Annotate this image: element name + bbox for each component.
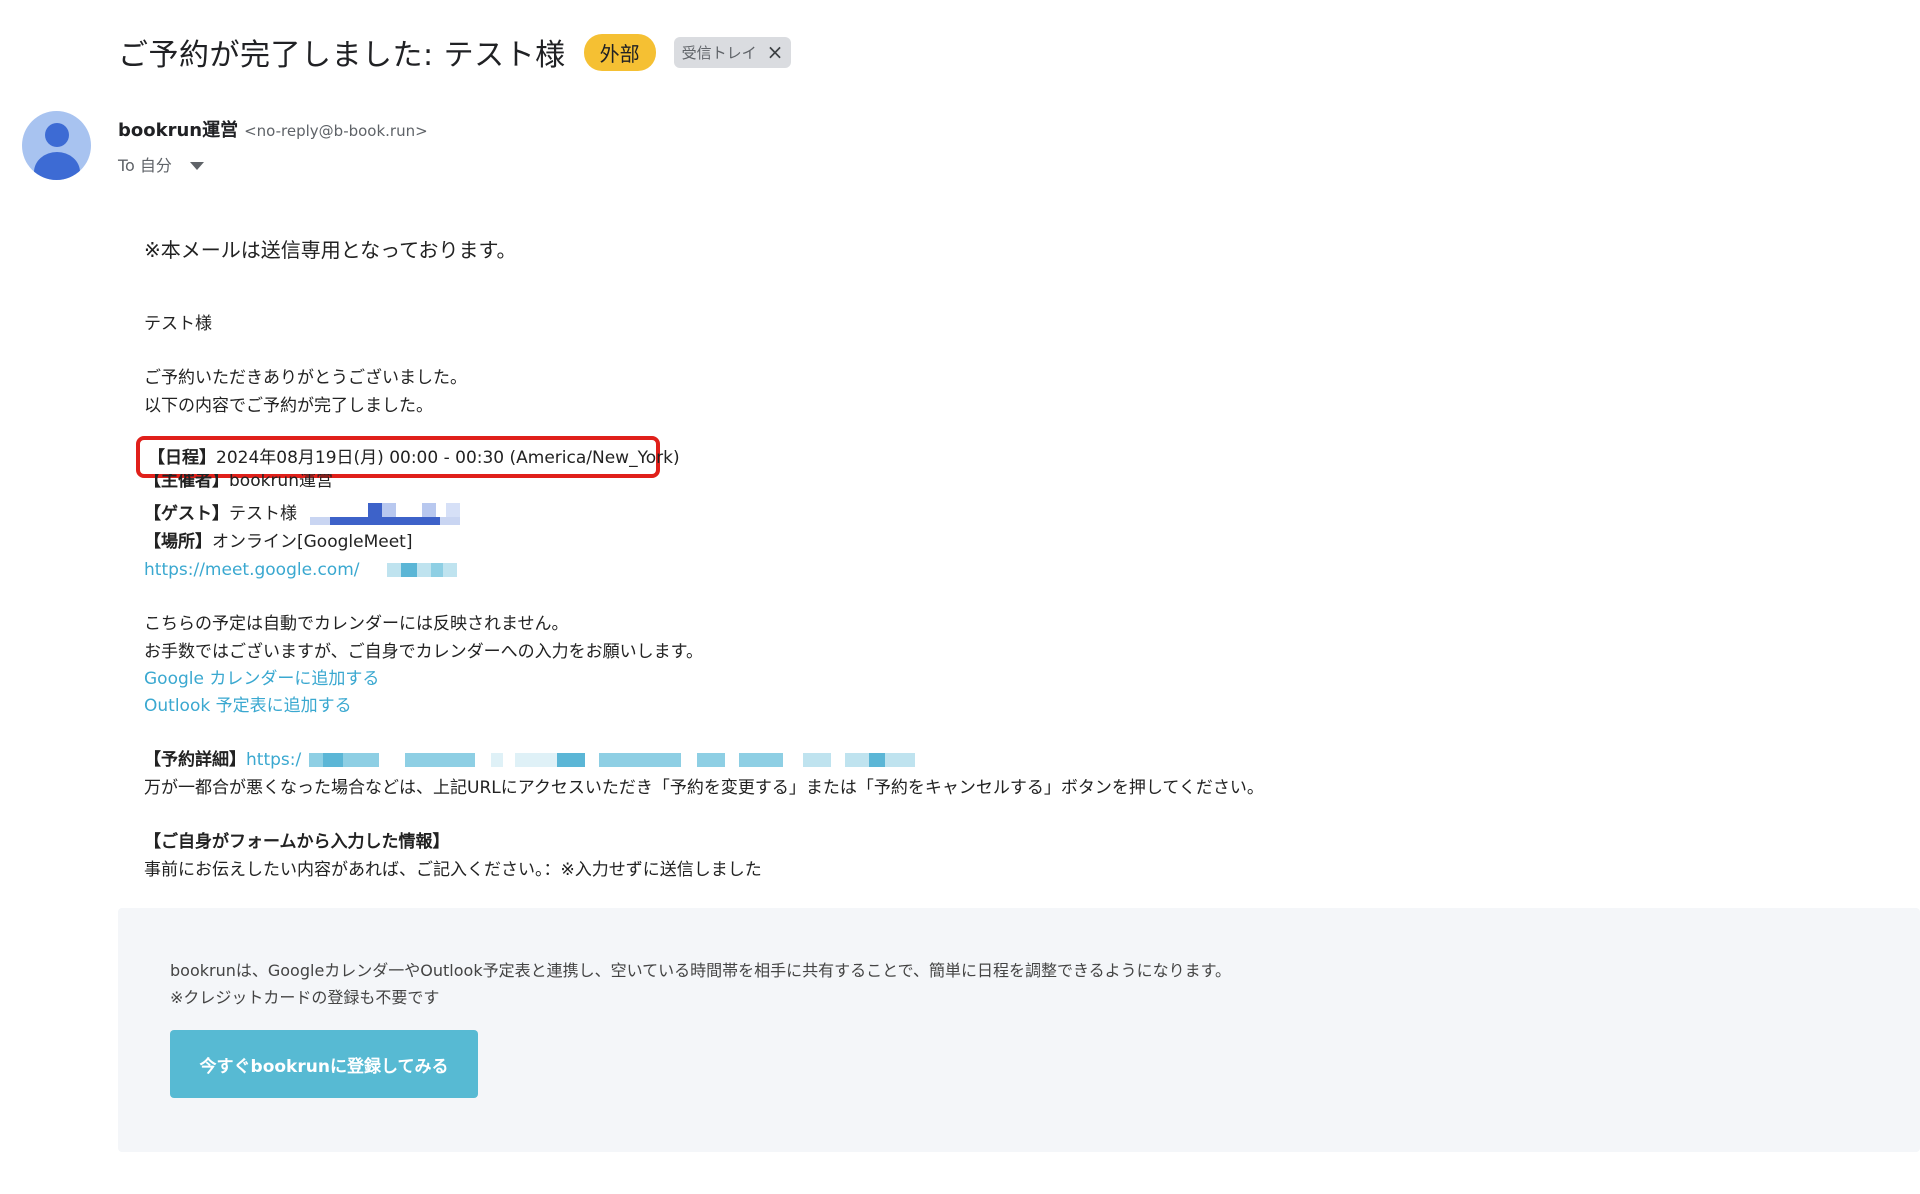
thanks-line-1: ご予約いただきありがとうございました。 xyxy=(144,368,467,388)
details-link[interactable]: https:/ xyxy=(246,750,301,770)
thanks-line-2: 以下の内容でご予約が完了しました。 xyxy=(144,396,433,416)
redacted-meet-code xyxy=(386,563,457,577)
promo-footer: bookrunは、Googleカレンダ一やOutlook予定表と連携し、空いてい… xyxy=(118,908,1920,1152)
details-label: 【予約詳細】 xyxy=(144,750,246,770)
place-label: 【場所】 xyxy=(144,532,212,552)
calendar-note-2: お手数ではございますが、ご自身でカレンダーへの入力をお願いします。 xyxy=(144,642,703,662)
avatar-body-shape xyxy=(34,152,80,180)
register-button[interactable]: 今すぐbookrunに登録してみる xyxy=(170,1030,478,1098)
chevron-down-icon[interactable] xyxy=(189,161,204,170)
remove-label-icon[interactable]: × xyxy=(767,42,784,62)
recipient-toggle[interactable]: To 自分 xyxy=(118,152,204,176)
calendar-note-1: こちらの予定は自動でカレンダーには反映されません。 xyxy=(144,614,569,634)
place-value: オンライン[GoogleMeet] xyxy=(212,532,413,552)
recipient-label: To 自分 xyxy=(118,156,172,175)
email-subject: ご予約が完了しました: テスト様 xyxy=(118,38,566,73)
google-calendar-link[interactable]: Google カレンダーに追加する xyxy=(144,667,379,691)
form-heading: 【ご自身がフォームから入力した情報】 xyxy=(144,832,450,852)
inbox-label-text: 受信トレイ xyxy=(681,43,757,62)
redacted-guest-email xyxy=(310,503,461,525)
promo-text-2: ※クレジットカードの登録も不要です xyxy=(170,988,440,1007)
avatar-head-shape xyxy=(45,123,69,147)
greeting: テスト様 xyxy=(144,314,212,334)
place-line: 【場所】オンライン[GoogleMeet] xyxy=(144,530,412,554)
sender-name[interactable]: bookrun運営 xyxy=(118,116,238,142)
organizer-line: 【主催者】bookrun運営 xyxy=(144,474,333,492)
organizer-label: 【主催者】 xyxy=(144,474,229,491)
schedule-value: 2024年08月19日(月) 00:00 - 00:30 (America/Ne… xyxy=(216,448,680,468)
promo-text-1: bookrunは、Googleカレンダ一やOutlook予定表と連携し、空いてい… xyxy=(170,961,1232,980)
guest-line: 【ゲスト】テスト様 xyxy=(144,502,461,526)
subject-row: ご予約が完了しました: テスト様 外部 受信トレイ × xyxy=(118,30,792,74)
redacted-details-url xyxy=(308,753,959,767)
guest-label: 【ゲスト】 xyxy=(144,504,229,524)
inbox-label-chip[interactable]: 受信トレイ × xyxy=(673,36,792,68)
meet-link-line: https://meet.google.com/ xyxy=(144,558,457,582)
organizer-value: bookrun運営 xyxy=(229,474,333,491)
sender-info: bookrun運営 <no-reply@b-book.run> xyxy=(118,116,428,142)
meet-link[interactable]: https://meet.google.com/ xyxy=(144,560,360,580)
form-value: 事前にお伝えしたい内容があれば、ご記入ください。：※入力せずに送信しました xyxy=(144,860,762,880)
schedule-label: 【日程】 xyxy=(148,448,216,468)
send-only-notice: ※本メールは送信専用となっております。 xyxy=(144,238,517,262)
sender-email: <no-reply@b-book.run> xyxy=(244,122,428,140)
change-note: 万が一都合が悪くなった場合などは、上記URLにアクセスいただき「予約を変更する」… xyxy=(144,778,1264,798)
guest-value: テスト様 xyxy=(229,504,297,524)
outlook-calendar-link[interactable]: Outlook 予定表に追加する xyxy=(144,694,352,718)
schedule-line: 【日程】2024年08月19日(月) 00:00 - 00:30 (Americ… xyxy=(148,446,680,470)
sender-avatar[interactable] xyxy=(22,111,91,180)
details-line: 【予約詳細】https:/ xyxy=(144,748,959,772)
external-badge: 外部 xyxy=(583,33,656,71)
